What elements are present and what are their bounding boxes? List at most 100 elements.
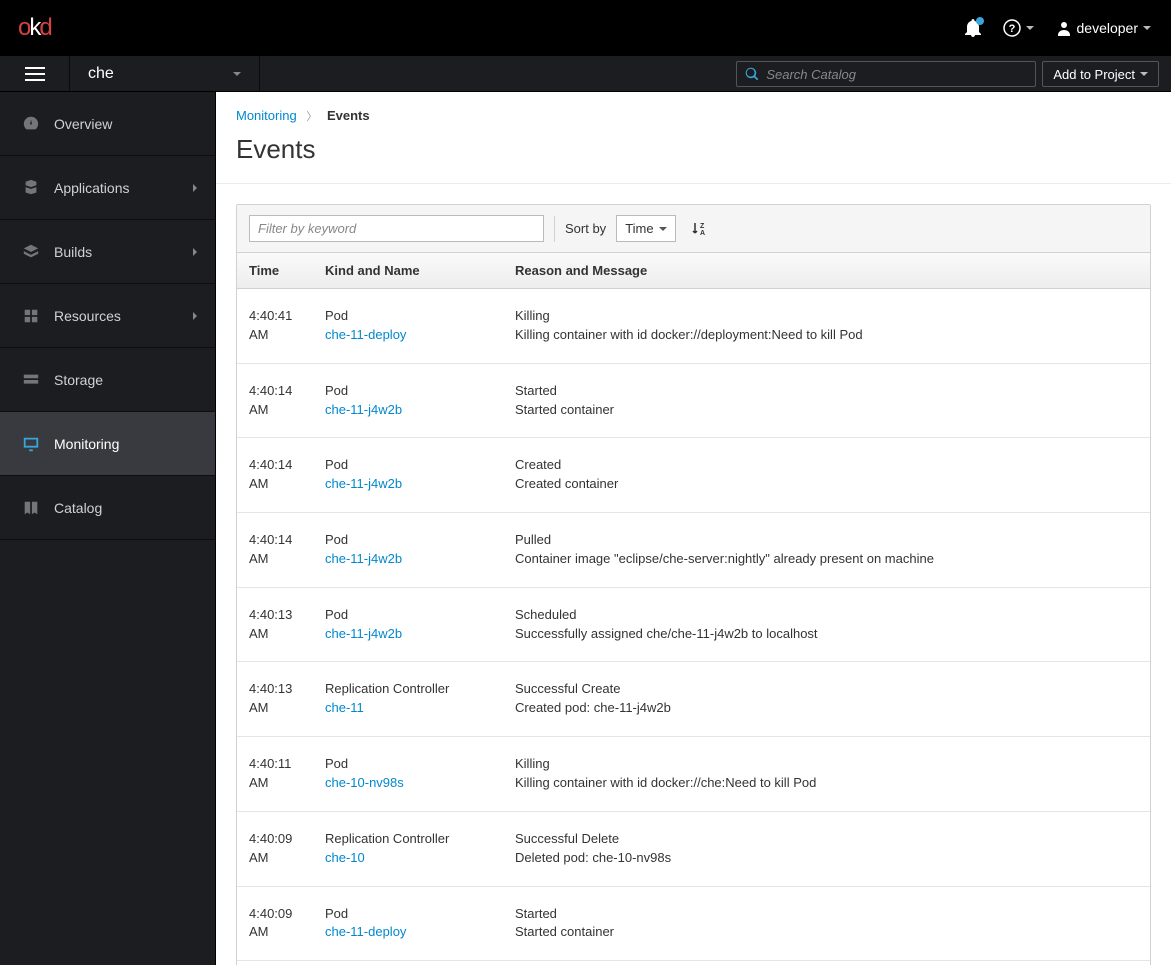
- breadcrumb-current: Events: [327, 108, 370, 123]
- sort-direction-button[interactable]: ZA: [686, 215, 713, 242]
- col-header-kind: Kind and Name: [325, 253, 515, 288]
- event-message: Killing container with id docker://deplo…: [515, 326, 1138, 345]
- catalog-search[interactable]: [736, 61, 1036, 87]
- sidebar-item-catalog[interactable]: Catalog: [0, 476, 215, 540]
- monitor-icon: [22, 435, 40, 453]
- event-row: 4:40:14 AMPodche-11-j4w2bPulledContainer…: [237, 513, 1150, 588]
- event-resource-link[interactable]: che-11-j4w2b: [325, 475, 503, 494]
- event-reason: Successful Create: [515, 680, 1138, 699]
- svg-text:A: A: [700, 230, 705, 237]
- event-row: 4:40:11 AMPodche-10-nv98sKillingKilling …: [237, 737, 1150, 812]
- chevron-right-icon: [193, 312, 197, 320]
- event-time: 4:40:13 AM: [237, 596, 325, 654]
- event-kind: Replication Controller: [325, 830, 503, 849]
- filter-input[interactable]: [249, 215, 544, 242]
- event-reason: Killing: [515, 307, 1138, 326]
- col-header-time: Time: [237, 253, 325, 288]
- divider: [554, 216, 555, 242]
- sidebar-item-storage[interactable]: Storage: [0, 348, 215, 412]
- event-row: 4:40:09 AMPodche-11-deployCreatedCreated…: [237, 961, 1150, 965]
- hamburger-menu[interactable]: [0, 56, 70, 91]
- events-panel: Sort by Time ZA Time Kind and Name Reaso…: [236, 204, 1151, 965]
- event-reason: Scheduled: [515, 606, 1138, 625]
- breadcrumb-parent[interactable]: Monitoring: [236, 108, 297, 123]
- event-row: 4:40:13 AMPodche-11-j4w2b ScheduledSucces…: [237, 588, 1150, 663]
- event-message: Started container: [515, 401, 1138, 420]
- project-name: che: [88, 65, 114, 83]
- event-time: 4:40:09 AM: [237, 895, 325, 953]
- event-row: 4:40:09 AMReplication Controllerche-10Su…: [237, 812, 1150, 887]
- event-reason: Killing: [515, 755, 1138, 774]
- event-time: 4:40:41 AM: [237, 297, 325, 355]
- event-resource-link[interactable]: che-10-nv98s: [325, 774, 503, 793]
- event-row: 4:40:09 AMPodche-11-deploy StartedStarted…: [237, 887, 1150, 962]
- sort-dropdown[interactable]: Time: [616, 215, 675, 242]
- event-message: Successfully assigned che/che-11-j4w2b t…: [515, 625, 1138, 644]
- chevron-right-icon: [193, 184, 197, 192]
- event-resource-link[interactable]: che-11-j4w2b: [325, 550, 503, 569]
- event-time: 4:40:14 AM: [237, 446, 325, 504]
- event-kind: Pod: [325, 307, 503, 326]
- applications-icon: [22, 179, 40, 197]
- event-reason: Started: [515, 905, 1138, 924]
- event-row: 4:40:14 AMPodche-11-j4w2bCreatedCreated …: [237, 438, 1150, 513]
- table-header: Time Kind and Name Reason and Message: [237, 253, 1150, 289]
- sort-by-label: Sort by: [565, 221, 606, 236]
- event-time: 4:40:13 AM: [237, 670, 325, 728]
- svg-text:?: ?: [1008, 23, 1015, 35]
- resources-icon: [22, 307, 40, 325]
- event-resource-link[interactable]: che-11: [325, 699, 503, 718]
- event-time: 4:40:09 AM: [237, 820, 325, 878]
- username-label: developer: [1077, 20, 1139, 36]
- dashboard-icon: [22, 115, 40, 133]
- sidebar-item-builds[interactable]: Builds: [0, 220, 215, 284]
- event-message: Killing container with id docker://che:N…: [515, 774, 1138, 793]
- chevron-right-icon: [193, 248, 197, 256]
- events-body: 4:40:41 AMPodche-11-deployKillingKilling…: [237, 289, 1150, 965]
- project-bar: che Add to Project: [0, 56, 1171, 92]
- sidebar-item-resources[interactable]: Resources: [0, 284, 215, 348]
- event-kind: Replication Controller: [325, 680, 503, 699]
- catalog-search-input[interactable]: [766, 67, 1027, 82]
- okd-logo[interactable]: okd: [18, 14, 52, 42]
- project-selector[interactable]: che: [70, 56, 260, 91]
- event-message: Created pod: che-11-j4w2b: [515, 699, 1138, 718]
- help-icon[interactable]: ?: [1003, 19, 1034, 37]
- notification-indicator: [976, 17, 984, 25]
- event-time: 4:40:14 AM: [237, 521, 325, 579]
- event-reason: Started: [515, 382, 1138, 401]
- event-row: 4:40:13 AMReplication Controllerche-11 Su…: [237, 662, 1150, 737]
- notifications-icon[interactable]: [965, 19, 981, 37]
- svg-text:Z: Z: [700, 223, 705, 230]
- event-message: Created container: [515, 475, 1138, 494]
- main-content: Monitoring 〉 Events Events Sort by Time …: [216, 92, 1171, 965]
- event-kind: Pod: [325, 456, 503, 475]
- event-kind: Pod: [325, 382, 503, 401]
- event-kind: Pod: [325, 531, 503, 550]
- sidebar-item-overview[interactable]: Overview: [0, 92, 215, 156]
- breadcrumb: Monitoring 〉 Events: [216, 92, 1171, 124]
- event-resource-link[interactable]: che-11-deploy: [325, 923, 503, 942]
- event-resource-link[interactable]: che-11-j4w2b: [325, 401, 503, 420]
- sidebar: Overview Applications Builds Resources S…: [0, 92, 216, 965]
- storage-icon: [22, 371, 40, 389]
- event-time: 4:40:14 AM: [237, 372, 325, 430]
- event-time: 4:40:11 AM: [237, 745, 325, 803]
- sidebar-item-applications[interactable]: Applications: [0, 156, 215, 220]
- user-menu[interactable]: developer: [1056, 20, 1152, 36]
- event-kind: Pod: [325, 606, 503, 625]
- chevron-right-icon: 〉: [306, 111, 317, 123]
- page-title: Events: [216, 124, 1171, 184]
- builds-icon: [22, 243, 40, 261]
- event-kind: Pod: [325, 905, 503, 924]
- event-resource-link[interactable]: che-11-deploy: [325, 326, 503, 345]
- event-reason: Pulled: [515, 531, 1138, 550]
- masthead: okd ? developer: [0, 0, 1171, 56]
- event-resource-link[interactable]: che-10: [325, 849, 503, 868]
- catalog-icon: [22, 499, 40, 517]
- sidebar-item-monitoring[interactable]: Monitoring: [0, 412, 215, 476]
- event-message: Started container: [515, 923, 1138, 942]
- event-message: Deleted pod: che-10-nv98s: [515, 849, 1138, 868]
- add-to-project-button[interactable]: Add to Project: [1042, 61, 1159, 87]
- event-resource-link[interactable]: che-11-j4w2b: [325, 625, 503, 644]
